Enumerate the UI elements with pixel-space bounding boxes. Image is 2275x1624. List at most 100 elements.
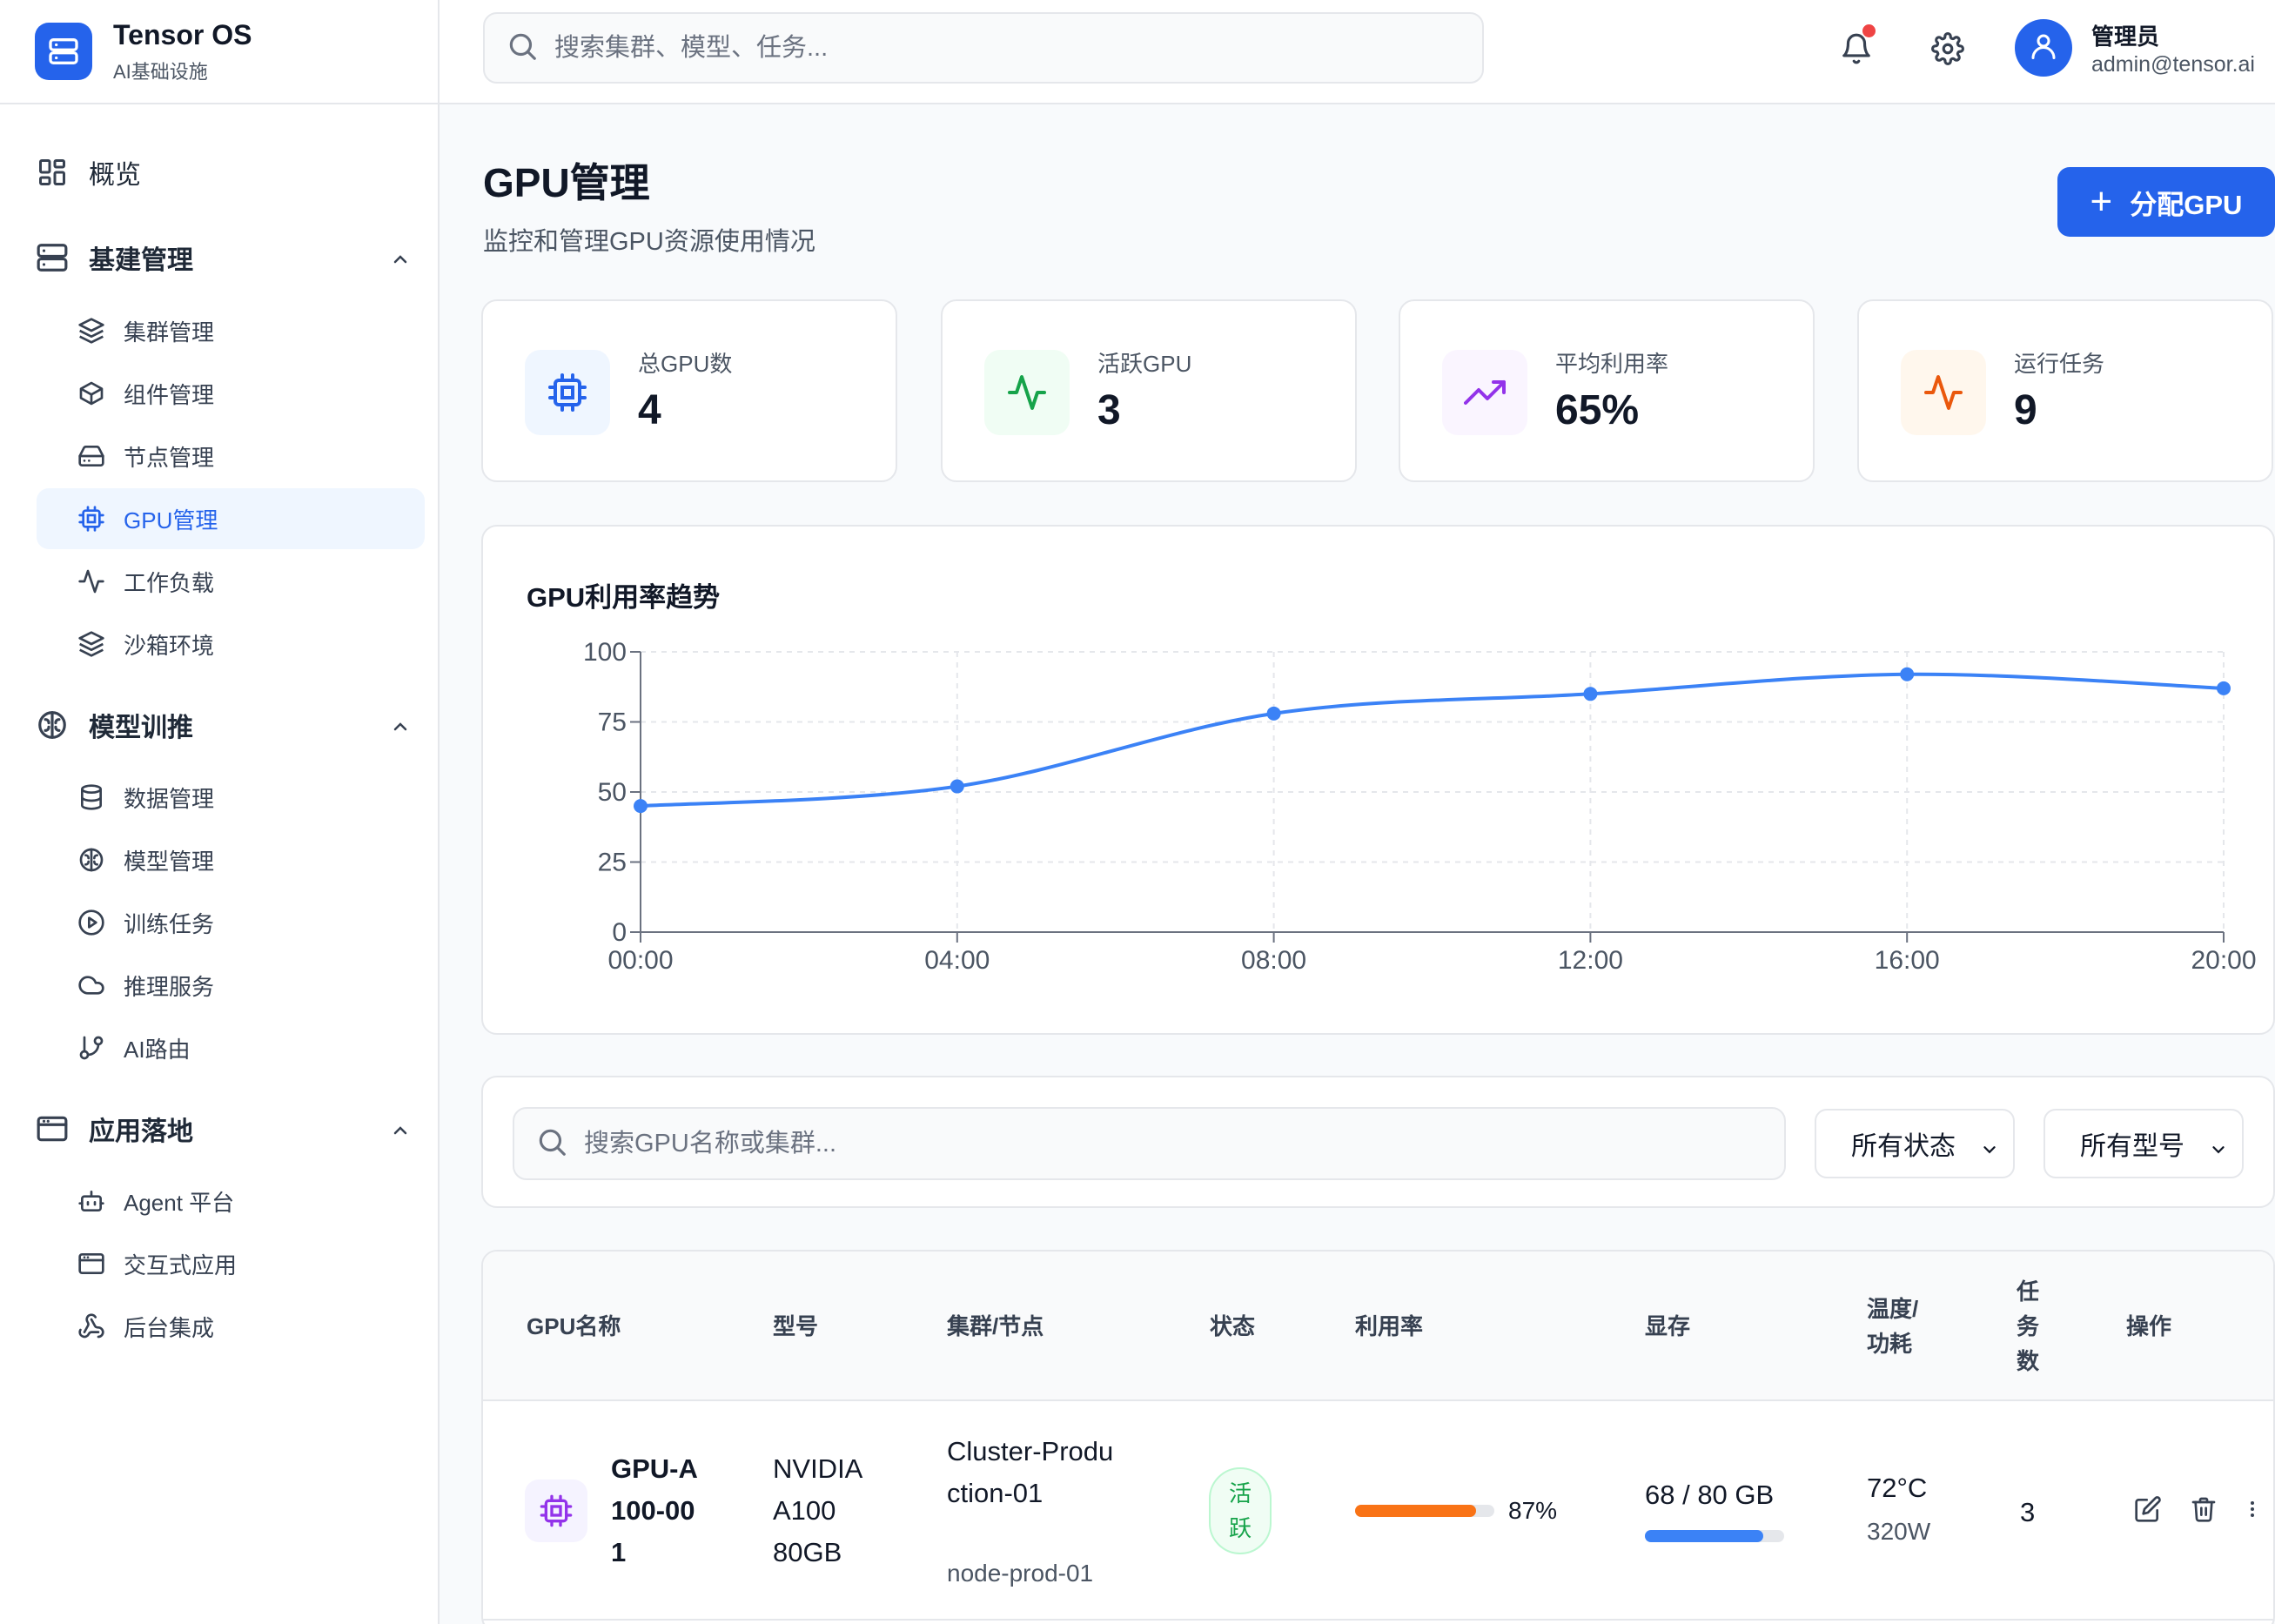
status-filter-select[interactable]: 所有状态: [1815, 1109, 2015, 1178]
sidebar-item-label: 工作负载: [124, 569, 215, 596]
gpu-node: node-prod-01: [947, 1560, 1094, 1587]
stat-label: 活跃GPU: [1097, 351, 1192, 377]
notifications-button[interactable]: [1832, 24, 1881, 75]
x-tick-label: 04:00: [924, 946, 990, 975]
sidebar-item-workloads[interactable]: 工作负载: [37, 551, 425, 612]
memory-value: 68 / 80 GB: [1645, 1480, 1775, 1510]
sidebar-item-components[interactable]: 组件管理: [37, 363, 425, 424]
sidebar-item-agent[interactable]: Agent 平台: [37, 1171, 425, 1231]
data-point: [1900, 667, 1915, 681]
memory-bar: [1645, 1530, 1784, 1542]
x-tick-label: 20:00: [2191, 946, 2256, 975]
column-header-status[interactable]: 状态: [1210, 1309, 1255, 1344]
global-search-input[interactable]: [554, 33, 1433, 63]
sidebar-item-training[interactable]: 训练任务: [37, 892, 425, 953]
data-point: [1583, 687, 1598, 701]
activity-icon: [77, 567, 106, 596]
stat-label: 运行任务: [2014, 351, 2105, 377]
page-subtitle: 监控和管理GPU资源使用情况: [483, 228, 815, 256]
topbar: 管理员 admin@tensor.ai: [440, 0, 2275, 104]
memory-bar-fill: [1645, 1530, 1763, 1542]
utilization-bar: [1355, 1505, 1494, 1517]
sidebar-section-infrastructure[interactable]: 基建管理: [35, 232, 425, 284]
sidebar-item-label: 概览: [89, 161, 141, 190]
y-tick-label: 100: [583, 638, 627, 667]
gpu-search-input[interactable]: [584, 1129, 1708, 1158]
column-header-model[interactable]: 型号: [773, 1309, 818, 1344]
sidebar-item-label: 后台集成: [124, 1314, 215, 1341]
brand[interactable]: Tensor OS AI基础设施: [0, 0, 438, 104]
server-logo-icon: [35, 23, 92, 80]
sidebar-item-label: 交互式应用: [124, 1252, 238, 1278]
user-name: 管理员: [2091, 23, 2160, 50]
sidebar-section-model[interactable]: 模型训推: [35, 699, 425, 751]
layers-icon: [77, 316, 106, 346]
sidebar-item-clusters[interactable]: 集群管理: [37, 300, 425, 361]
sidebar-item-sandbox[interactable]: 沙箱环境: [37, 614, 425, 674]
more-actions-button[interactable]: [2239, 1493, 2265, 1529]
bot-icon: [77, 1186, 106, 1216]
data-point: [1266, 706, 1281, 721]
app-window-icon: [77, 1249, 106, 1278]
edit-button[interactable]: [2130, 1493, 2166, 1529]
sidebar: Tensor OS AI基础设施 概览 基建管理 集群管理 组件管理 节点管理 …: [0, 0, 440, 1624]
plus-icon: +: [2090, 180, 2113, 223]
sidebar-item-data[interactable]: 数据管理: [37, 767, 425, 828]
column-header-tasks[interactable]: 任务数: [2017, 1274, 2041, 1379]
stat-label: 平均利用率: [1555, 351, 1669, 377]
cpu-chip-icon: [77, 504, 106, 534]
sidebar-item-models[interactable]: 模型管理: [37, 829, 425, 890]
user-email: admin@tensor.ai: [2091, 52, 2255, 77]
sidebar-item-label: 组件管理: [124, 381, 215, 408]
column-header-temp-power[interactable]: 温度/功耗: [1867, 1292, 1928, 1361]
sidebar-item-label: 数据管理: [124, 785, 215, 812]
chevron-down-icon: [2209, 1137, 2228, 1166]
gpu-table: GPU名称 型号 集群/节点 状态 利用率 显存 温度/功耗 任务数 操作 GP…: [481, 1250, 2275, 1624]
brain-icon: [77, 845, 106, 875]
status-badge: 活跃: [1209, 1467, 1272, 1554]
trending-up-icon: [1442, 350, 1527, 435]
sidebar-item-overview[interactable]: 概览: [35, 146, 425, 198]
user-icon: [2028, 30, 2059, 66]
gpu-cluster[interactable]: Cluster-Production-01: [947, 1431, 1121, 1514]
hard-drive-icon: [77, 441, 106, 471]
settings-button[interactable]: [1923, 26, 1972, 75]
utilization-value: 87%: [1508, 1497, 1558, 1524]
sidebar-item-nodes[interactable]: 节点管理: [37, 426, 425, 487]
trash-icon: [2190, 1495, 2218, 1527]
gpu-search[interactable]: [513, 1107, 1786, 1180]
brand-subtitle: AI基础设施: [113, 60, 208, 83]
sidebar-item-label: 训练任务: [124, 910, 215, 937]
utilization-bar-fill: [1355, 1505, 1477, 1517]
global-search[interactable]: [483, 12, 1484, 84]
gpu-name[interactable]: GPU-A100-001: [611, 1448, 698, 1574]
model-filter-select[interactable]: 所有型号: [2043, 1109, 2244, 1178]
utilization-line-chart: 0 25 50 75 100 00:00 04:00 08:00 12:00 16:00 20:00: [583, 638, 2257, 975]
stat-card-running-tasks: 运行任务 9: [1857, 299, 2273, 482]
column-header-name[interactable]: GPU名称: [527, 1309, 621, 1344]
box-icon: [77, 379, 106, 408]
sidebar-item-ai-router[interactable]: AI路由: [37, 1017, 425, 1078]
stat-value: 4: [638, 387, 661, 433]
allocate-gpu-button[interactable]: + 分配GPU: [2057, 167, 2275, 237]
more-vertical-icon: [2242, 1495, 2263, 1527]
sidebar-item-label: 节点管理: [124, 444, 215, 471]
gear-icon: [1931, 31, 1964, 70]
sidebar-item-inference[interactable]: 推理服务: [37, 955, 425, 1016]
table-row[interactable]: GPU-A100-001 NVIDIA A100 80GB Cluster-Pr…: [483, 1401, 2273, 1621]
column-header-utilization[interactable]: 利用率: [1355, 1309, 1423, 1344]
y-tick-label: 25: [598, 849, 627, 877]
x-tick-label: 00:00: [607, 946, 673, 975]
delete-button[interactable]: [2185, 1493, 2222, 1529]
chevron-up-icon: [390, 715, 411, 744]
column-header-memory[interactable]: 显存: [1645, 1309, 1690, 1344]
avatar[interactable]: [2015, 19, 2072, 77]
column-header-cluster[interactable]: 集群/节点: [947, 1309, 1044, 1344]
sidebar-item-interactive-apps[interactable]: 交互式应用: [37, 1233, 425, 1294]
sidebar-section-apps[interactable]: 应用落地: [35, 1103, 425, 1155]
webhook-icon: [77, 1312, 106, 1341]
chevron-up-icon: [390, 1118, 411, 1148]
sidebar-item-gpu[interactable]: GPU管理: [37, 488, 425, 549]
sidebar-item-backend-integration[interactable]: 后台集成: [37, 1296, 425, 1357]
data-point: [634, 799, 648, 814]
